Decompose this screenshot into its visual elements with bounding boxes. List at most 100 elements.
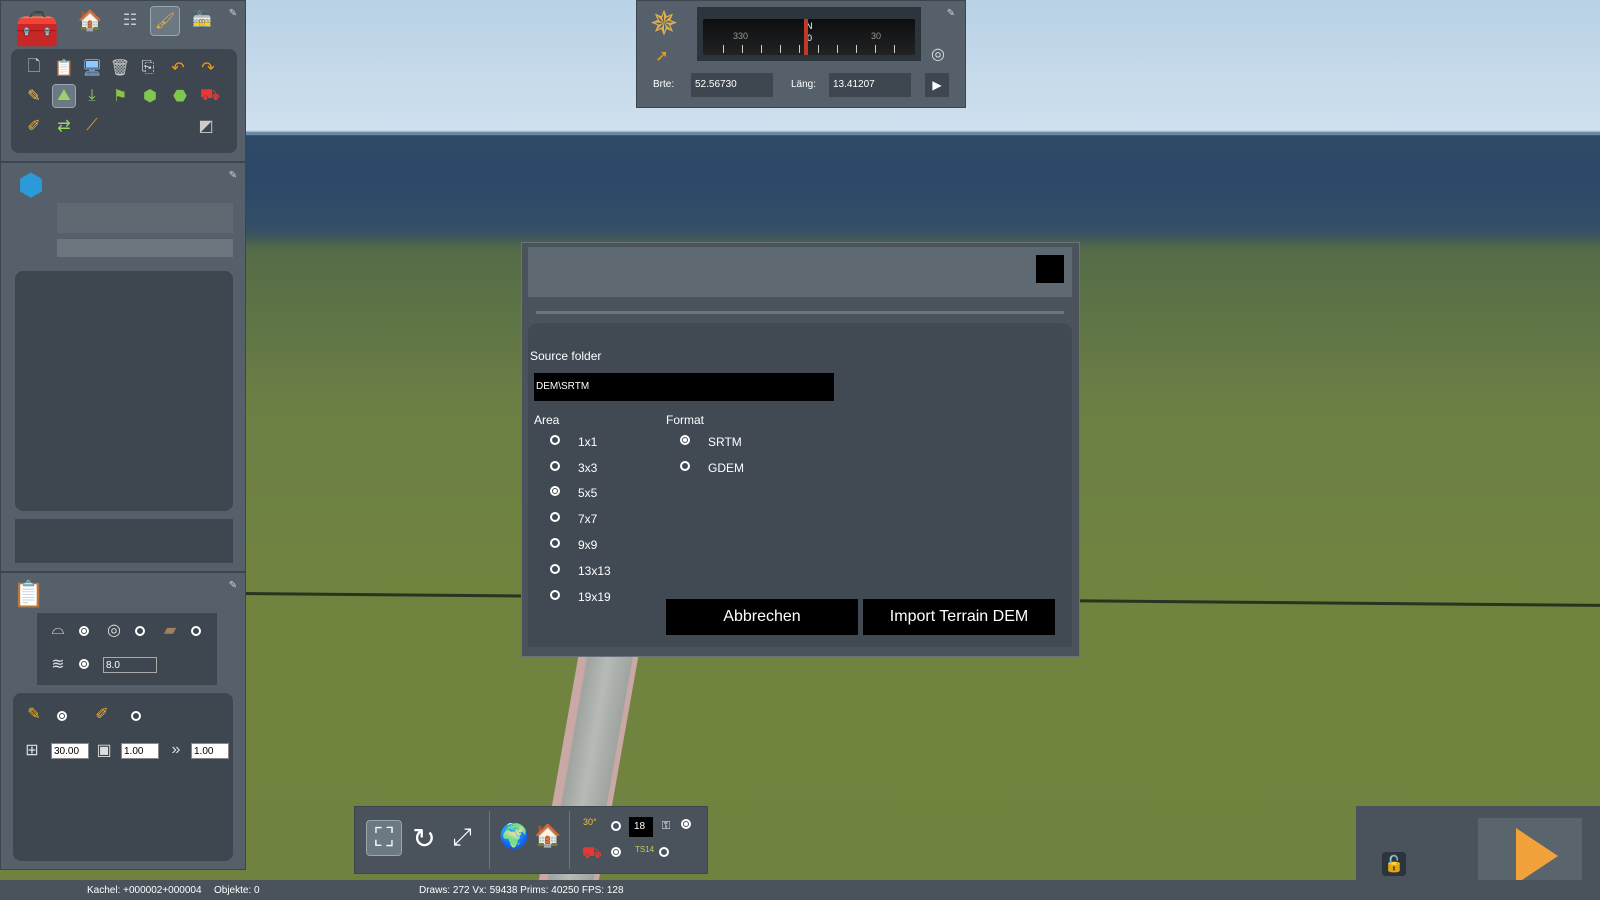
- paint-icon[interactable]: ✎: [23, 85, 45, 107]
- layer-icon: ▰: [163, 622, 177, 639]
- train-radio[interactable]: [611, 847, 621, 857]
- format-option-srtm[interactable]: SRTM: [708, 435, 742, 449]
- undo-icon[interactable]: ↶: [167, 57, 189, 79]
- area-option-9x9[interactable]: 9x9: [578, 538, 597, 552]
- texture-swap-icon[interactable]: ⇄: [53, 115, 75, 137]
- object-name-bar: [57, 203, 233, 233]
- height-input[interactable]: 8.0: [103, 657, 157, 673]
- object-filter-bar: [57, 239, 233, 257]
- cone-icon[interactable]: ◩: [195, 115, 217, 137]
- terrain-raise-icon[interactable]: ⛰: [52, 84, 76, 108]
- close-button[interactable]: [1036, 255, 1064, 283]
- rail-icon[interactable]: ☷: [119, 9, 141, 31]
- mode-height-radio[interactable]: [79, 659, 89, 669]
- area-option-3x3[interactable]: 3x3: [578, 461, 597, 475]
- falloff-icon: »: [171, 741, 181, 758]
- resize-icon[interactable]: ⤢: [445, 821, 479, 855]
- redo-icon[interactable]: ↷: [197, 57, 219, 79]
- terrain-flatten-icon[interactable]: ⬣: [169, 85, 191, 107]
- area-option-7x7[interactable]: 7x7: [578, 512, 597, 526]
- pin-icon[interactable]: ✎: [945, 7, 957, 19]
- play-panel: 🔓: [1356, 806, 1600, 884]
- checklist-icon[interactable]: 📋: [13, 577, 45, 611]
- counter-box[interactable]: 18: [629, 817, 653, 837]
- area-radio-19x19[interactable]: [550, 590, 560, 600]
- format-radio-gdem[interactable]: [680, 461, 690, 471]
- area-option-19x19[interactable]: 19x19: [578, 590, 611, 604]
- area-option-13x13[interactable]: 13x13: [578, 564, 611, 578]
- measure-icon[interactable]: ⟋: [81, 115, 103, 137]
- home-icon[interactable]: 🏠: [78, 9, 103, 32]
- latitude-label: Brte:: [653, 79, 675, 90]
- format-label: Format: [666, 413, 705, 427]
- object-list[interactable]: [15, 271, 233, 511]
- lock-radio[interactable]: [681, 819, 691, 829]
- train-icon[interactable]: 🚋: [191, 9, 213, 31]
- status-bar: Kachel: +000002+000004 Objekte: 0 Draws:…: [0, 880, 1600, 900]
- import-terrain-dem-button[interactable]: Import Terrain DEM: [863, 599, 1055, 635]
- stamp-icon[interactable]: ⎘: [137, 57, 159, 79]
- area-radio-5x5[interactable]: [550, 486, 560, 496]
- cube-icon[interactable]: ⬢: [13, 167, 49, 203]
- fullscreen-icon[interactable]: ⛶: [366, 820, 402, 856]
- brush-paint-icon: ✎: [27, 706, 41, 723]
- texture-brush-icon[interactable]: ✐: [23, 115, 45, 137]
- play-button[interactable]: [1478, 818, 1582, 884]
- globe-icon[interactable]: 🌍: [499, 821, 529, 851]
- rotate-icon[interactable]: ↻: [407, 821, 441, 855]
- compass-rose-icon[interactable]: ✵: [645, 5, 683, 43]
- map-pin-icon[interactable]: ➚: [651, 45, 673, 67]
- angle-radio[interactable]: [611, 821, 621, 831]
- cancel-button[interactable]: Abbrechen: [666, 599, 858, 635]
- flag-icon[interactable]: ⚑: [109, 85, 131, 107]
- strength-input[interactable]: 1.00: [121, 743, 159, 759]
- brush-paint-radio[interactable]: [57, 711, 67, 721]
- pin-icon[interactable]: ✎: [227, 7, 239, 19]
- screen-icon[interactable]: 🖥: [81, 57, 103, 79]
- brush-round-icon: ✐: [95, 706, 109, 723]
- mode-circle-radio[interactable]: [135, 626, 145, 636]
- compass-strip[interactable]: 330 N 0 30: [697, 7, 921, 61]
- go-button[interactable]: ▶: [925, 73, 949, 97]
- house-icon[interactable]: 🏠: [533, 821, 563, 851]
- render-stats: Draws: 272 Vx: 59438 Prims: 40250 FPS: 1…: [419, 885, 624, 896]
- area-radio-7x7[interactable]: [550, 512, 560, 522]
- area-radio-3x3[interactable]: [550, 461, 560, 471]
- circle-brush-icon: ◎: [107, 622, 121, 639]
- page-icon[interactable]: 🗋: [23, 57, 45, 79]
- terrain-paint-icon[interactable]: ⛟: [199, 85, 221, 107]
- format-radio-srtm[interactable]: [680, 435, 690, 445]
- source-folder-input[interactable]: DEM\SRTM: [534, 373, 834, 401]
- terrain-smooth-icon[interactable]: ⬢: [139, 85, 161, 107]
- mode-plane-radio[interactable]: [79, 626, 89, 636]
- paste-icon[interactable]: 📋: [53, 57, 75, 79]
- area-radio-1x1[interactable]: [550, 435, 560, 445]
- properties-panel: 📋 ✎ ⌓ ◎ ▰ ≋ 8.0 ✎ ✐ ⊞ 30.00 ▣ 1.00 » 1.0…: [0, 572, 246, 870]
- falloff-input[interactable]: 1.00: [191, 743, 229, 759]
- mode-layer-radio[interactable]: [191, 626, 201, 636]
- area-radio-9x9[interactable]: [550, 538, 560, 548]
- terrain-mode-box: ⌓ ◎ ▰ ≋ 8.0: [37, 613, 217, 685]
- size-input[interactable]: 30.00: [51, 743, 89, 759]
- area-radio-13x13[interactable]: [550, 564, 560, 574]
- brush-icon[interactable]: 🖌: [150, 6, 180, 36]
- target-icon[interactable]: ◎: [927, 43, 949, 65]
- longitude-field[interactable]: 13.41207: [829, 73, 911, 97]
- train-red-icon[interactable]: ⛟: [581, 843, 603, 865]
- ts-radio[interactable]: [659, 847, 669, 857]
- pin-icon[interactable]: ✎: [227, 169, 239, 181]
- latitude-field[interactable]: 52.56730: [691, 73, 773, 97]
- toolbox-icon[interactable]: 🧰: [15, 7, 60, 51]
- area-label: Area: [534, 413, 560, 427]
- toolbox-panel: 🧰 🏠 ☷ 🖌 🚋 ✎ 🗋 📋 🖥 🗑 ⎘ ↶ ↷ ✎ ⛰ ⤓ ⚑ ⬢ ⬣ ⛟ …: [0, 0, 246, 162]
- area-option-1x1[interactable]: 1x1: [578, 435, 597, 449]
- format-option-gdem[interactable]: GDEM: [708, 461, 744, 475]
- pin-icon[interactable]: ✎: [227, 579, 239, 591]
- lock-small-icon[interactable]: ⚿: [659, 819, 673, 833]
- compass-panel: ✵ ➚ 330 N 0 30 ✎ ◎ Brte: 52.56730 Läng: …: [636, 0, 966, 108]
- unlock-icon[interactable]: 🔓: [1382, 852, 1406, 876]
- trash-icon[interactable]: 🗑: [109, 57, 131, 79]
- brush-round-radio[interactable]: [131, 711, 141, 721]
- area-option-5x5[interactable]: 5x5: [578, 486, 597, 500]
- terrain-lower-icon[interactable]: ⤓: [81, 85, 103, 107]
